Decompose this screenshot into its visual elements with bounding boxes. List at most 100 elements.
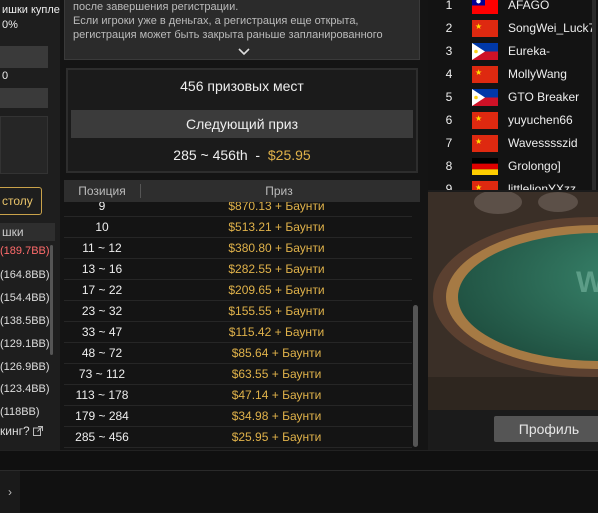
prize-table[interactable]: 9 $870.13 + Баунти 10 $513.21 + Баунти 11 ~ …: [64, 202, 412, 448]
info-line-3: регистрация может быть закрыта раньше за…: [73, 29, 383, 41]
lobby-link-label: кинг?: [0, 424, 30, 438]
player-rank: 5: [445, 90, 453, 104]
player-row[interactable]: 9 ★ littlelionYXzz: [428, 178, 598, 190]
player-row[interactable]: 8 Grolongo]: [428, 155, 598, 178]
player-row[interactable]: 5 GTO Breaker: [428, 86, 598, 109]
table-row: 285 ~ 456 $25.95 + Баунти: [64, 427, 412, 448]
player-rank: 6: [445, 113, 453, 127]
chip-stack-value: (189.7BB): [0, 245, 50, 257]
player-list[interactable]: 1 AFAGO 2 ★ SongWei_Luck7 3 Eureka- 4 ★ MollyWang…: [428, 0, 598, 190]
player-rank: 4: [445, 67, 453, 81]
player-row[interactable]: 4 ★ MollyWang: [428, 63, 598, 86]
svg-text:★: ★: [475, 183, 482, 190]
chip-stack-value: (126.9BB): [0, 361, 50, 373]
row-position: 13 ~ 16: [81, 262, 123, 276]
player-name: yuyuchen66: [508, 113, 573, 127]
row-prize: $209.65 + Баунти: [228, 283, 325, 297]
chip-stack-value: (123.4BB): [0, 383, 50, 395]
bottom-bar: ›: [0, 470, 598, 513]
player-row[interactable]: 2 ★ SongWei_Luck7: [428, 17, 598, 40]
philippines-flag-icon: [472, 43, 498, 60]
table-row: 179 ~ 284 $34.98 + Баунти: [64, 406, 412, 427]
player-row[interactable]: 3 Eureka-: [428, 40, 598, 63]
info-line-2: Если игроки уже в деньгах, а регистрация…: [73, 15, 359, 27]
row-prize: $63.55 + Баунти: [231, 367, 322, 381]
player-rank: 8: [445, 159, 453, 173]
info-value: 0: [2, 70, 9, 82]
table-row: 9 $870.13 + Баунти: [64, 202, 412, 217]
player-name: Grolongo]: [508, 159, 561, 173]
row-prize: $380.80 + Баунти: [228, 241, 325, 255]
chevron-down-icon[interactable]: [235, 47, 253, 57]
player-rank: 3: [445, 44, 453, 58]
row-position: 33 ~ 47: [81, 325, 123, 339]
row-position: 48 ~ 72: [81, 346, 123, 360]
player-name: Wavesssszid: [508, 136, 578, 150]
chevron-right-icon[interactable]: ›: [0, 471, 20, 513]
row-position: 73 ~ 112: [78, 367, 126, 381]
row-prize: $115.42 + Баунти: [228, 325, 325, 339]
table-row: 11 ~ 12 $380.80 + Баунти: [64, 238, 412, 259]
info-box: [0, 46, 48, 68]
bottom-divider: [0, 450, 598, 470]
player-name: AFAGO: [508, 0, 550, 12]
chip-stack-value: (164.8BB): [0, 269, 50, 281]
table-row: 13 ~ 16 $282.55 + Баунти: [64, 259, 412, 280]
sit-table-button[interactable]: столу: [0, 187, 42, 215]
svg-text:★: ★: [475, 22, 482, 31]
player-row[interactable]: 7 ★ Wavesssszid: [428, 132, 598, 155]
svg-text:W: W: [576, 266, 598, 299]
table-row: 23 ~ 32 $155.55 + Баунти: [64, 301, 412, 322]
table-row: 113 ~ 178 $47.14 + Баунти: [64, 385, 412, 406]
next-prize-positions: 285 ~ 456th: [173, 147, 248, 163]
chip-stack-value: (138.5BB): [0, 315, 50, 327]
prize-summary: 456 призовых мест Следующий приз 285 ~ 4…: [66, 68, 418, 173]
row-position: 10: [95, 220, 109, 234]
registration-info: после завершения регистрации. Если игрок…: [64, 0, 420, 60]
next-prize-range: 285 ~ 456th - $25.95: [68, 147, 416, 163]
next-prize-separator: -: [255, 147, 261, 163]
prize-places-count: 456 призовых мест: [180, 78, 304, 94]
chips-header: шки: [0, 223, 55, 241]
info-line-1: после завершения регистрации.: [73, 1, 239, 13]
china-flag-icon: ★: [472, 66, 498, 83]
chip-stack-value: (118BB): [0, 406, 40, 418]
poker-table-graphic: W: [428, 192, 598, 410]
profile-button[interactable]: Профиль: [494, 416, 598, 442]
table-row: 73 ~ 112 $63.55 + Баунти: [64, 364, 412, 385]
lobby-link[interactable]: кинг?: [0, 424, 43, 438]
prize-table-scrollbar[interactable]: [413, 305, 418, 447]
poker-table-image: W: [428, 192, 598, 410]
row-prize: $870.13 + Баунти: [228, 202, 325, 213]
row-prize: $282.55 + Баунти: [228, 262, 325, 276]
player-row[interactable]: 1 AFAGO: [428, 0, 598, 17]
player-rank: 9: [445, 182, 453, 190]
row-position: 113 ~ 178: [75, 388, 129, 402]
svg-text:★: ★: [475, 68, 482, 77]
china-flag-icon: ★: [472, 20, 498, 37]
sit-table-label: столу: [2, 194, 33, 208]
header-position: Позиция: [78, 184, 126, 198]
row-position: 23 ~ 32: [81, 304, 123, 318]
next-prize-label: Следующий приз: [71, 110, 413, 138]
info-box-3: [0, 116, 48, 174]
player-rank: 7: [445, 136, 453, 150]
philippines-flag-icon: [472, 89, 498, 106]
row-position: 17 ~ 22: [81, 283, 123, 297]
player-name: GTO Breaker: [508, 90, 580, 104]
player-row[interactable]: 6 ★ yuyuchen66: [428, 109, 598, 132]
chip-stack-value: (129.1BB): [0, 338, 50, 350]
player-list-scrollbar[interactable]: [592, 0, 596, 190]
player-name: SongWei_Luck7: [508, 21, 596, 35]
registration-status-text: ишки куплено: [2, 4, 60, 16]
next-prize-amount: $25.95: [267, 147, 311, 163]
external-link-icon: [32, 426, 43, 436]
player-name: littlelionYXzz: [508, 182, 577, 190]
germany-flag-icon: [472, 158, 498, 175]
svg-text:★: ★: [475, 114, 482, 123]
prize-panel: после завершения регистрации. Если игрок…: [62, 0, 422, 450]
china-flag-icon: ★: [472, 181, 498, 190]
table-row: 17 ~ 22 $209.65 + Баунти: [64, 280, 412, 301]
player-rank: 2: [445, 21, 453, 35]
left-scrollbar[interactable]: [50, 245, 53, 355]
